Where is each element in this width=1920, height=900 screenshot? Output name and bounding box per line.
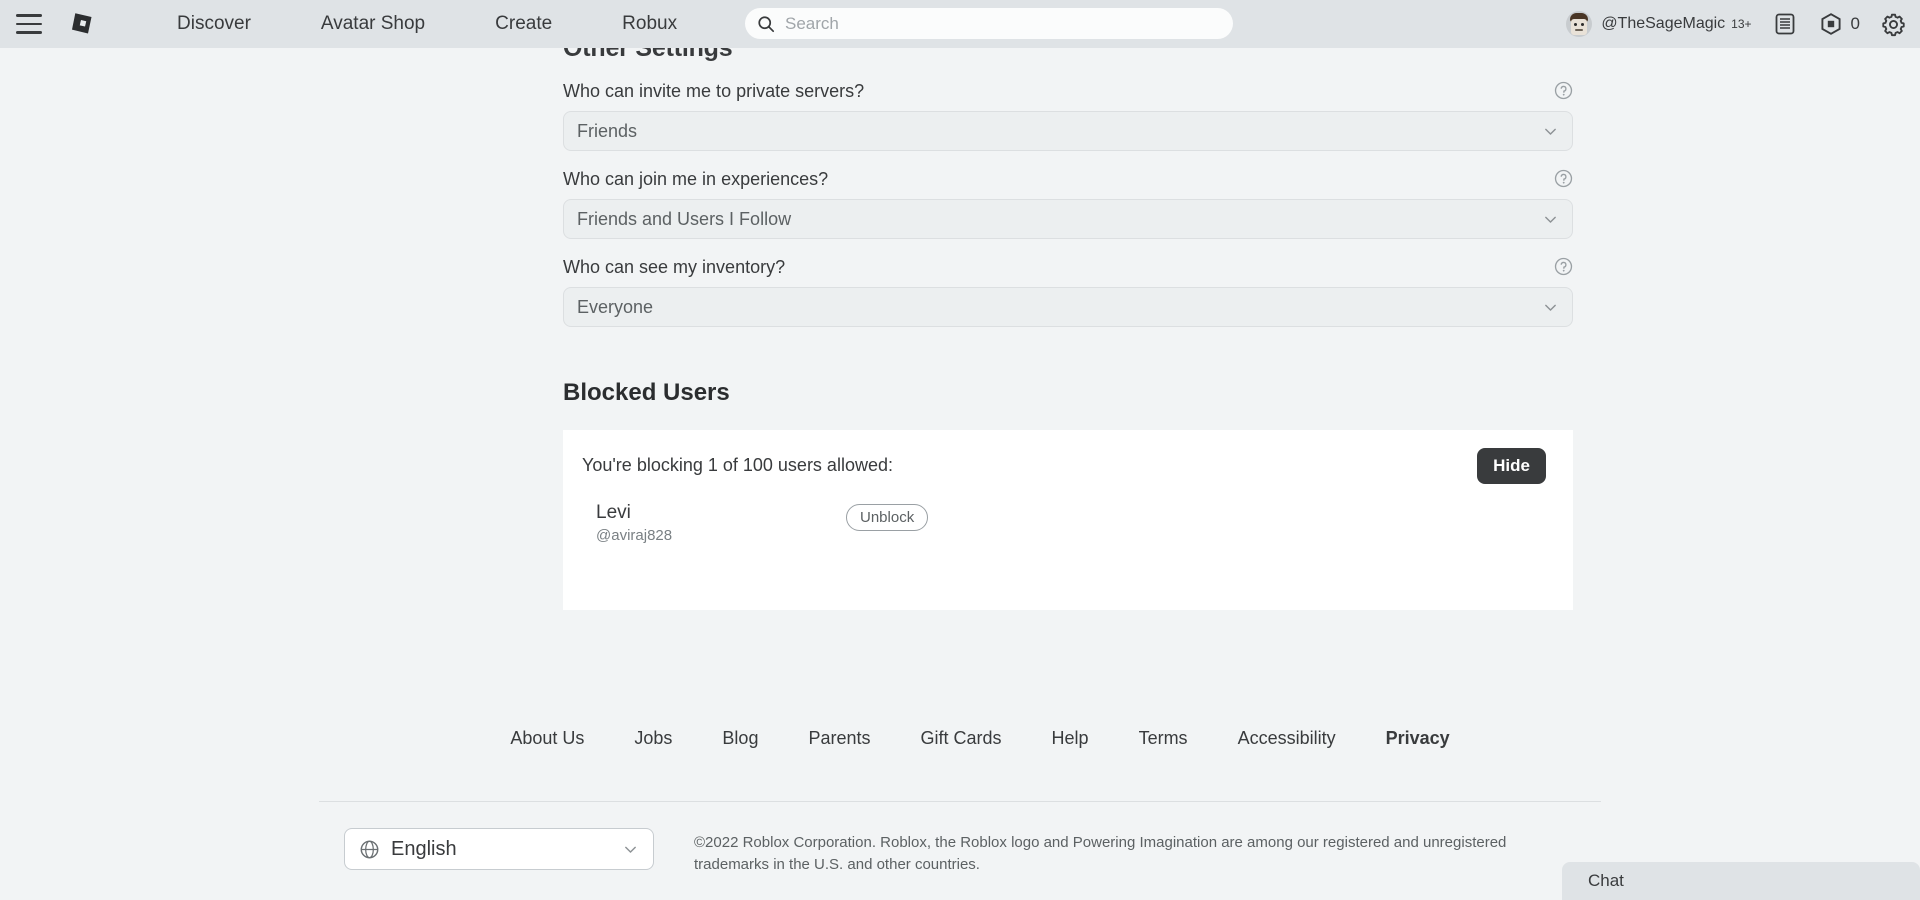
- footer-link-parents[interactable]: Parents: [783, 728, 895, 749]
- search-input[interactable]: [785, 14, 1221, 34]
- footer-link-jobs[interactable]: Jobs: [609, 728, 697, 749]
- hamburger-menu-icon[interactable]: [16, 14, 42, 34]
- footer-divider: [319, 801, 1601, 802]
- inventory-visibility-select[interactable]: Everyone: [563, 287, 1573, 327]
- select-value: Friends: [577, 121, 637, 142]
- setting-private-servers: Who can invite me to private servers? Fr…: [563, 81, 1573, 151]
- nav-link-avatar-shop[interactable]: Avatar Shop: [286, 13, 460, 35]
- join-experiences-select[interactable]: Friends and Users I Follow: [563, 199, 1573, 239]
- avatar[interactable]: [1566, 11, 1592, 37]
- language-label: English: [391, 838, 622, 861]
- feed-icon[interactable]: [1772, 11, 1798, 37]
- hamburger-line: [16, 23, 42, 26]
- select-value: Friends and Users I Follow: [577, 209, 791, 230]
- blocked-user-row: Levi @aviraj828 Unblock: [596, 502, 1573, 544]
- robux-icon[interactable]: [1818, 11, 1844, 37]
- top-navigation-bar: Discover Avatar Shop Create Robux @TheSa…: [0, 0, 1920, 48]
- header-account-area: @TheSageMagic 13+ 0: [1566, 0, 1906, 48]
- language-select[interactable]: English: [344, 828, 654, 870]
- footer-link-accessibility[interactable]: Accessibility: [1213, 728, 1361, 749]
- footer-link-blog[interactable]: Blog: [697, 728, 783, 749]
- footer-link-gift-cards[interactable]: Gift Cards: [896, 728, 1027, 749]
- roblox-logo-icon[interactable]: [69, 10, 97, 38]
- nav-link-discover[interactable]: Discover: [142, 13, 286, 35]
- nav-link-robux[interactable]: Robux: [587, 13, 712, 35]
- setting-inventory-visibility: Who can see my inventory? Everyone: [563, 257, 1573, 327]
- help-circle-icon[interactable]: [1554, 169, 1573, 188]
- chevron-down-icon: [1542, 123, 1559, 140]
- footer-link-help[interactable]: Help: [1027, 728, 1114, 749]
- username-label[interactable]: @TheSageMagic: [1601, 15, 1725, 33]
- footer-link-privacy[interactable]: Privacy: [1361, 728, 1475, 749]
- nav-link-create[interactable]: Create: [460, 13, 587, 35]
- chevron-down-icon: [622, 841, 639, 858]
- private-servers-select[interactable]: Friends: [563, 111, 1573, 151]
- setting-label: Who can see my inventory?: [563, 257, 1573, 278]
- avatar-mouth: [1575, 29, 1583, 31]
- search-icon: [757, 15, 775, 33]
- setting-join-experiences: Who can join me in experiences? Friends …: [563, 169, 1573, 239]
- blocked-users-count: You're blocking 1 of 100 users allowed:: [582, 455, 1573, 476]
- blocked-user-name[interactable]: Levi: [596, 502, 846, 524]
- footer-link-terms[interactable]: Terms: [1114, 728, 1213, 749]
- page-footer: About Us Jobs Blog Parents Gift Cards He…: [0, 728, 1920, 876]
- avatar-face: [1571, 19, 1587, 35]
- blocked-users-card: You're blocking 1 of 100 users allowed: …: [563, 430, 1573, 610]
- age-badge: 13+: [1731, 17, 1751, 31]
- footer-links: About Us Jobs Blog Parents Gift Cards He…: [0, 728, 1920, 749]
- select-value: Everyone: [577, 297, 653, 318]
- primary-nav: Discover Avatar Shop Create Robux: [142, 13, 712, 35]
- setting-label: Who can invite me to private servers?: [563, 81, 1573, 102]
- globe-icon: [359, 839, 380, 860]
- help-circle-icon[interactable]: [1554, 81, 1573, 100]
- blocked-user-handle: @aviraj828: [596, 527, 846, 544]
- blocked-user-info: Levi @aviraj828: [596, 502, 846, 544]
- chevron-down-icon: [1542, 211, 1559, 228]
- setting-label: Who can join me in experiences?: [563, 169, 1573, 190]
- search-bar[interactable]: [745, 8, 1233, 39]
- hide-button[interactable]: Hide: [1477, 448, 1546, 484]
- chat-bar[interactable]: Chat: [1562, 862, 1920, 900]
- copyright-text: ©2022 Roblox Corporation. Roblox, the Ro…: [694, 828, 1534, 876]
- help-circle-icon[interactable]: [1554, 257, 1573, 276]
- unblock-button[interactable]: Unblock: [846, 504, 928, 531]
- gear-icon[interactable]: [1880, 11, 1906, 37]
- robux-balance[interactable]: 0: [1851, 14, 1860, 34]
- chevron-down-icon: [1542, 299, 1559, 316]
- blocked-users-heading: Blocked Users: [563, 379, 1573, 407]
- hamburger-line: [16, 31, 42, 34]
- footer-link-about-us[interactable]: About Us: [485, 728, 609, 749]
- chat-label: Chat: [1588, 871, 1624, 891]
- other-settings-section: Other Settings Who can invite me to priv…: [563, 34, 1573, 610]
- hamburger-line: [16, 14, 42, 17]
